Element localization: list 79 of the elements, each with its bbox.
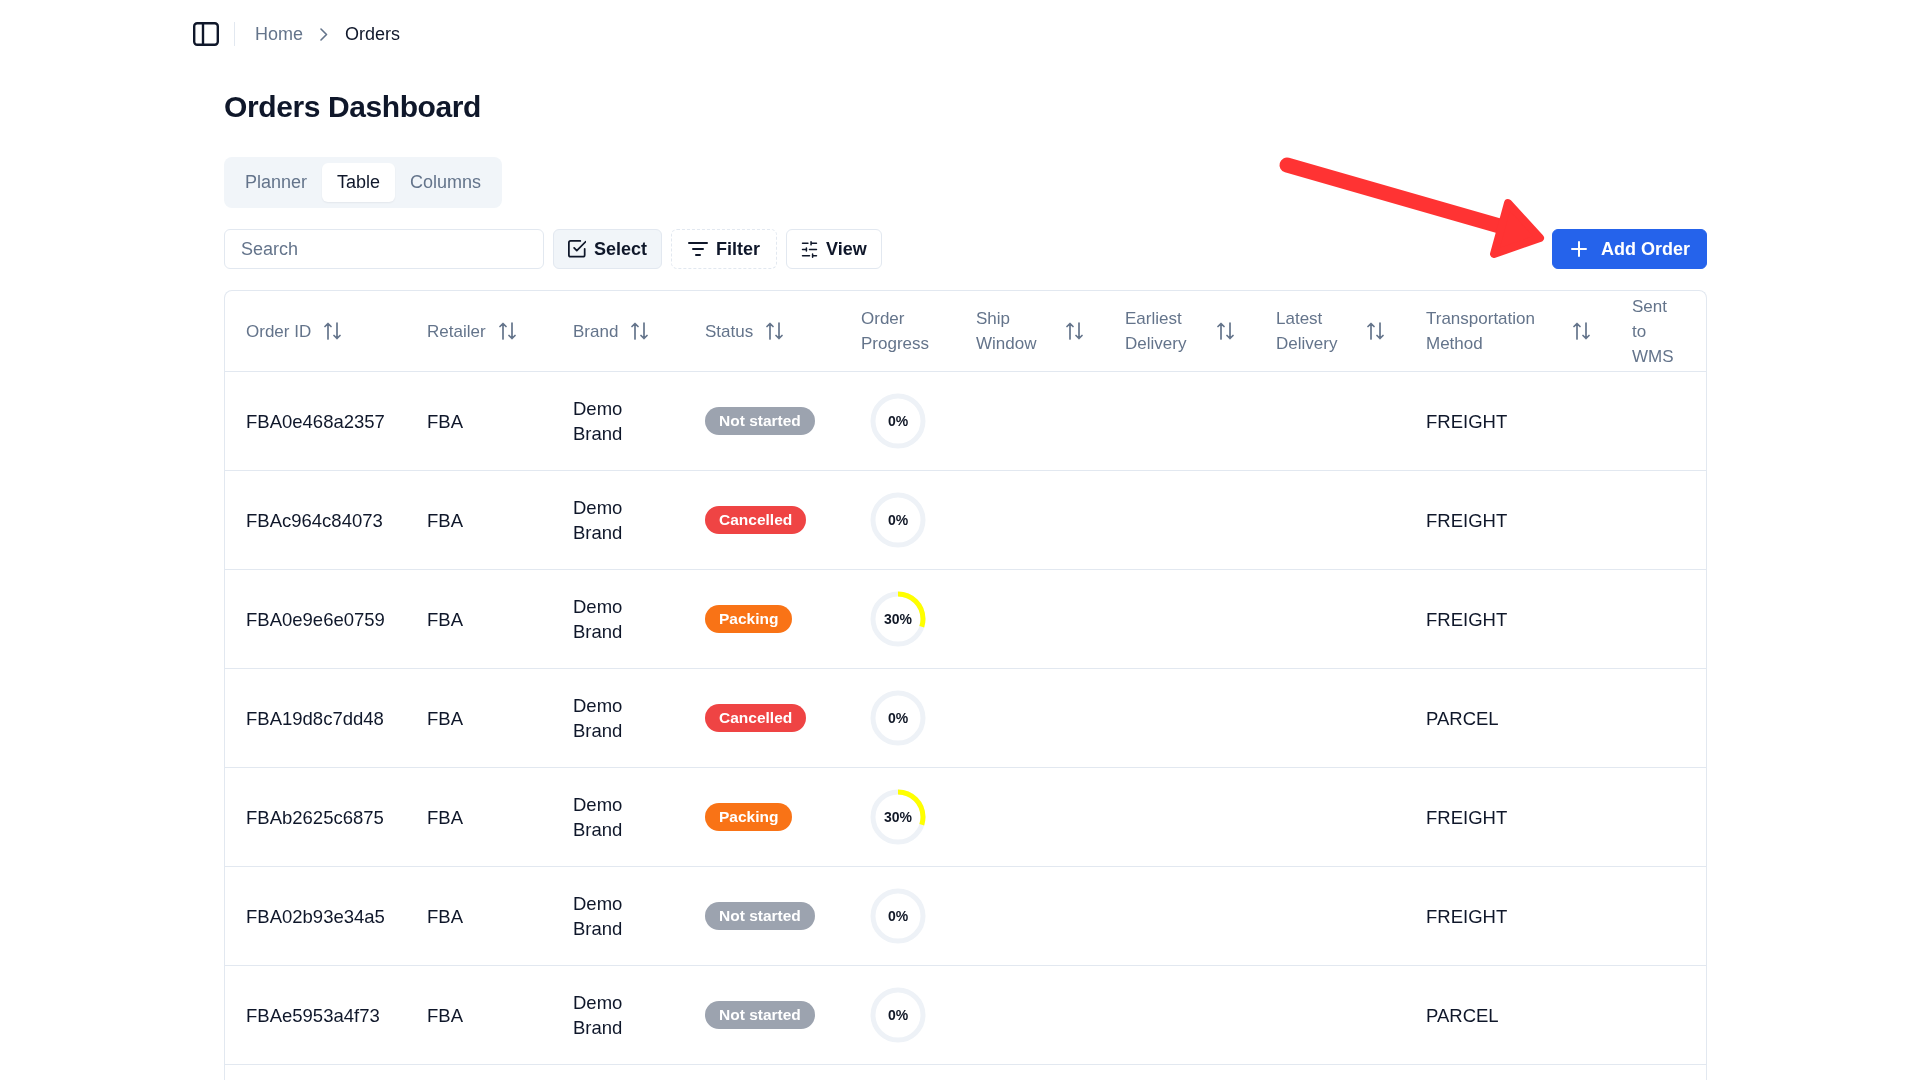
table-cell: FBAc964c84073 [225,470,406,570]
column-header: Transportation Method [1426,308,1536,355]
tab[interactable]: Columns [395,163,497,202]
table-cell: FBA [406,965,552,1065]
table-cell: FBA0e9e6e0759 [225,569,406,669]
table-cell: FBA02b93e34a5 [225,866,406,966]
table-cell: Demo Brand [552,866,684,966]
progress-percent: 0% [887,710,909,726]
column-header: Latest Delivery [1276,308,1339,355]
progress-ring [870,591,926,647]
table-cell: PARCEL [1405,668,1611,768]
table-cell: Demo Brand [552,668,684,768]
table-cell: FBA0e468a2357 [225,371,406,471]
column-header: Status [705,320,754,343]
table-cell: FREIGHT [1405,470,1611,570]
sort-icon[interactable] [1217,322,1234,340]
sliders-icon [801,240,819,258]
column-header: Ship Window [976,308,1038,355]
select-button[interactable]: Select [553,229,663,269]
plus-icon [1571,241,1587,257]
tab[interactable]: Planner [230,163,323,202]
filter-button[interactable]: Filter [671,229,778,269]
filter-icon [688,242,709,256]
table-cell: FBA [406,371,552,471]
progress-ring [870,789,926,845]
table-cell: PARCEL [1405,965,1611,1065]
table-cell: FREIGHT [1405,767,1611,867]
sidebar-toggle-icon[interactable] [193,22,219,46]
sort-icon[interactable] [498,322,516,340]
page-title: Orders Dashboard [224,89,481,125]
status-badge: Not started [705,902,815,930]
add-order-button[interactable]: Add Order [1552,229,1707,269]
table-cell: FREIGHT [1405,866,1611,966]
column-header: Earliest Delivery [1125,308,1188,355]
table-cell: Demo Brand [552,470,684,570]
table-cell: FBA [406,866,552,966]
table-cell: FBA [406,470,552,570]
status-badge: Cancelled [705,506,807,534]
column-header: Brand [573,320,619,343]
progress-percent: 30% [884,809,912,825]
table-cell: FREIGHT [1405,569,1611,669]
breadcrumb-current: Orders [345,23,401,45]
table-cell: Demo Brand [552,767,684,867]
table-cell: FBAb2625c6875 [225,767,406,867]
column-header: Order Progress [861,308,929,355]
tab[interactable]: Table [322,163,396,202]
sort-icon[interactable] [631,322,649,340]
column-header: Order ID [246,320,312,343]
status-badge: Not started [705,1001,815,1029]
search-field[interactable]: Search [224,229,544,269]
progress-percent: 0% [887,413,909,429]
progress-percent: 30% [884,611,912,627]
checkbox-icon [568,240,586,258]
table-cell: FBAe5953a4f73 [225,965,406,1065]
sort-icon[interactable] [324,322,342,340]
table-cell: FBA [406,569,552,669]
status-badge: Cancelled [705,704,807,732]
table-cell: FBA [406,668,552,768]
sort-icon[interactable] [1573,322,1590,340]
progress-percent: 0% [887,908,909,924]
table-cell: FBA19d8c7dd48 [225,668,406,768]
chevron-icon [320,27,328,41]
progress-percent: 0% [887,512,909,528]
view-button[interactable]: View [786,229,882,269]
sort-icon[interactable] [766,322,784,340]
column-header: Retailer [427,320,486,343]
breadcrumb-link[interactable]: Home [255,23,303,45]
column-header: Sent to WMS [1632,295,1674,368]
table-cell: Demo Brand [552,965,684,1065]
sort-icon[interactable] [1367,322,1384,340]
table-cell: Demo Brand [552,569,684,669]
table-cell: Demo Brand [552,371,684,471]
table-cell: FBA [406,767,552,867]
status-badge: Packing [705,605,793,633]
status-badge: Not started [705,407,815,435]
table-cell: FREIGHT [1405,371,1611,471]
progress-percent: 0% [887,1007,909,1023]
sort-icon[interactable] [1066,322,1083,340]
status-badge: Packing [705,803,793,831]
